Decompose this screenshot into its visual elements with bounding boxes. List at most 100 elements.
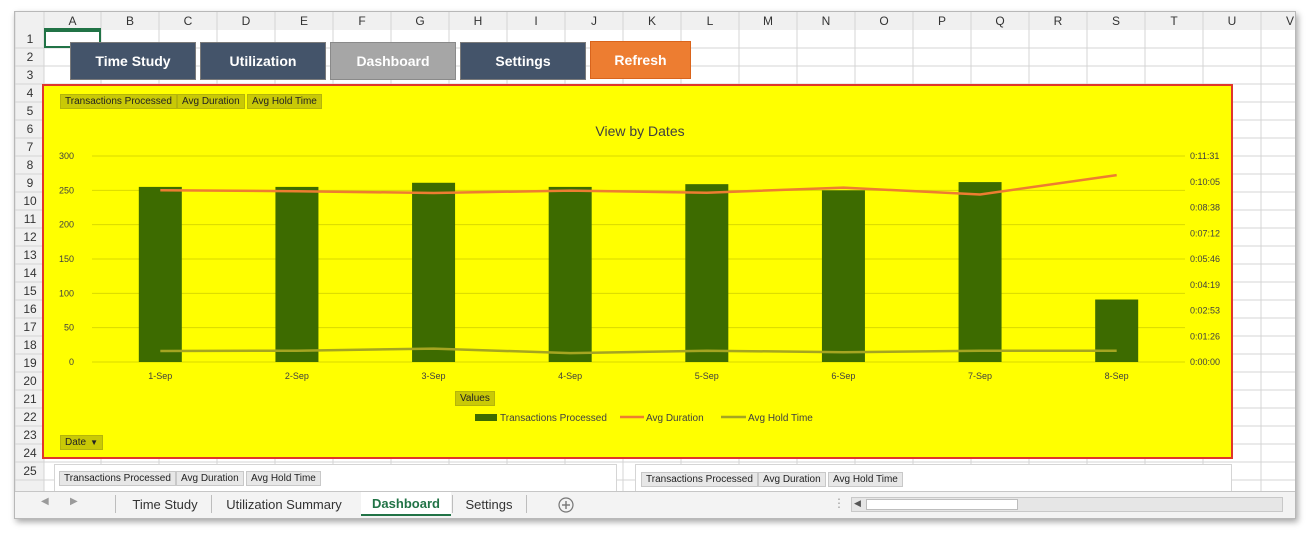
right-tick-label: 0:00:00 <box>1190 357 1220 367</box>
row-header[interactable]: 10 <box>23 194 37 208</box>
row-header[interactable]: 16 <box>23 302 37 316</box>
sub-left-avg-duration[interactable]: Avg Duration <box>176 471 244 486</box>
column-header[interactable]: U <box>1228 14 1237 28</box>
row-header[interactable]: 19 <box>23 356 37 370</box>
row-header[interactable]: 1 <box>27 32 34 46</box>
row-header[interactable]: 4 <box>27 86 34 100</box>
right-tick-label: 0:10:05 <box>1190 177 1220 187</box>
column-header[interactable]: K <box>648 14 656 28</box>
column-header[interactable]: Q <box>995 14 1004 28</box>
row-header[interactable]: 3 <box>27 68 34 82</box>
row-header[interactable]: 23 <box>23 428 37 442</box>
row-header[interactable]: 5 <box>27 104 34 118</box>
column-header[interactable]: A <box>68 14 76 28</box>
column-header[interactable]: B <box>126 14 134 28</box>
left-tick-label: 100 <box>59 288 74 298</box>
column-header[interactable]: N <box>822 14 831 28</box>
row-header[interactable]: 9 <box>27 176 34 190</box>
row-header[interactable]: 13 <box>23 248 37 262</box>
values-field-button[interactable]: Values <box>455 391 495 406</box>
tab-dashboard[interactable]: Dashboard <box>361 492 451 516</box>
legend-label-avg-duration: Avg Duration <box>646 413 704 424</box>
row-header[interactable]: 24 <box>23 446 37 460</box>
sub-right-avg-duration[interactable]: Avg Duration <box>758 472 826 487</box>
x-tick-label: 6-Sep <box>831 371 855 381</box>
bar <box>821 190 865 362</box>
column-header[interactable]: P <box>938 14 946 28</box>
row-header[interactable]: 6 <box>27 122 34 136</box>
x-tick-label: 8-Sep <box>1105 371 1129 381</box>
row-header[interactable]: 22 <box>23 410 37 424</box>
settings-button[interactable]: Settings <box>460 42 586 80</box>
triangle-right-icon[interactable]: ▶ <box>70 496 78 507</box>
column-header[interactable]: T <box>1170 14 1178 28</box>
column-header[interactable]: G <box>415 14 424 28</box>
triangle-left-icon[interactable]: ◀ <box>41 496 49 507</box>
right-axis: 0:00:00 0:01:26 0:02:53 0:04:19 0:05:46 0:07:… <box>1190 151 1220 367</box>
scroll-left-icon[interactable]: ◀ <box>854 498 861 509</box>
column-header[interactable]: R <box>1054 14 1063 28</box>
x-tick-label: 3-Sep <box>422 371 446 381</box>
row-header[interactable]: 2 <box>27 50 34 64</box>
column-header[interactable]: O <box>879 14 888 28</box>
active-column-marker <box>44 28 101 30</box>
row-header[interactable]: 14 <box>23 266 37 280</box>
row-header[interactable]: 25 <box>23 464 37 478</box>
left-tick-label: 150 <box>59 254 74 264</box>
sub-left-transactions[interactable]: Transactions Processed <box>59 471 176 486</box>
dashboard-button[interactable]: Dashboard <box>330 42 456 80</box>
column-header[interactable]: F <box>358 14 365 28</box>
bar-series <box>138 182 1139 362</box>
tab-time-study[interactable]: Time Study <box>119 492 211 516</box>
row-header[interactable]: 7 <box>27 140 34 154</box>
pivot-chart[interactable]: Transactions Processed Avg Duration Avg … <box>42 84 1233 459</box>
right-tick-label: 0:04:19 <box>1190 280 1220 290</box>
column-header[interactable]: V <box>1286 14 1294 28</box>
sub-right-avg-hold[interactable]: Avg Hold Time <box>828 472 903 487</box>
row-header[interactable]: 11 <box>24 212 37 226</box>
bar <box>412 182 456 362</box>
date-field-button[interactable]: Date ▼ <box>60 435 104 450</box>
column-header[interactable]: L <box>707 14 714 28</box>
row-header[interactable]: 20 <box>23 374 37 388</box>
row-header[interactable]: 17 <box>23 320 37 334</box>
scrollbar-thumb[interactable] <box>866 499 1018 510</box>
bar <box>685 184 729 362</box>
column-header[interactable]: S <box>1112 14 1120 28</box>
column-header[interactable]: D <box>242 14 251 28</box>
left-tick-label: 200 <box>59 220 74 230</box>
bar <box>275 186 319 362</box>
sheet-tab-bar: ◀ ▶ Time Study Utilization Summary Dashb… <box>15 491 1295 518</box>
bar <box>1095 299 1139 362</box>
tab-splitter[interactable]: ⋮ <box>833 496 845 510</box>
row-header[interactable]: 21 <box>23 392 37 406</box>
sub-chart-right[interactable]: Transactions Processed Avg Duration Avg … <box>635 464 1232 492</box>
utilization-button[interactable]: Utilization <box>200 42 326 80</box>
row-header[interactable]: 8 <box>27 158 34 172</box>
column-header[interactable]: C <box>184 14 193 28</box>
left-tick-label: 0 <box>69 357 74 367</box>
plus-circle-icon[interactable] <box>557 496 575 514</box>
refresh-button[interactable]: Refresh <box>590 41 691 79</box>
row-header[interactable]: 12 <box>23 230 37 244</box>
column-header[interactable]: E <box>300 14 308 28</box>
legend-label-avg-hold: Avg Hold Time <box>748 413 813 424</box>
x-tick-label: 5-Sep <box>695 371 719 381</box>
tab-settings[interactable]: Settings <box>453 492 525 516</box>
row-header[interactable]: 15 <box>23 284 37 298</box>
horizontal-scrollbar[interactable]: ◀ <box>851 497 1283 512</box>
tab-utilization-summary[interactable]: Utilization Summary <box>213 492 355 516</box>
time-study-button[interactable]: Time Study <box>70 42 196 80</box>
sub-right-transactions[interactable]: Transactions Processed <box>641 472 758 487</box>
sub-chart-left[interactable]: Transactions Processed Avg Duration Avg … <box>54 464 617 492</box>
column-header[interactable]: H <box>474 14 483 28</box>
row-header[interactable]: 18 <box>23 338 37 352</box>
column-header[interactable]: J <box>591 14 597 28</box>
x-axis: 1-Sep 2-Sep 3-Sep 4-Sep 5-Sep 6-Sep 7-Sep 8-Sep <box>148 371 1128 381</box>
column-header[interactable]: M <box>763 14 773 28</box>
column-header[interactable]: I <box>534 14 537 28</box>
bar <box>958 182 1002 362</box>
sub-left-avg-hold[interactable]: Avg Hold Time <box>246 471 321 486</box>
right-tick-label: 0:07:12 <box>1190 228 1220 238</box>
date-field-label: Date <box>65 437 87 448</box>
